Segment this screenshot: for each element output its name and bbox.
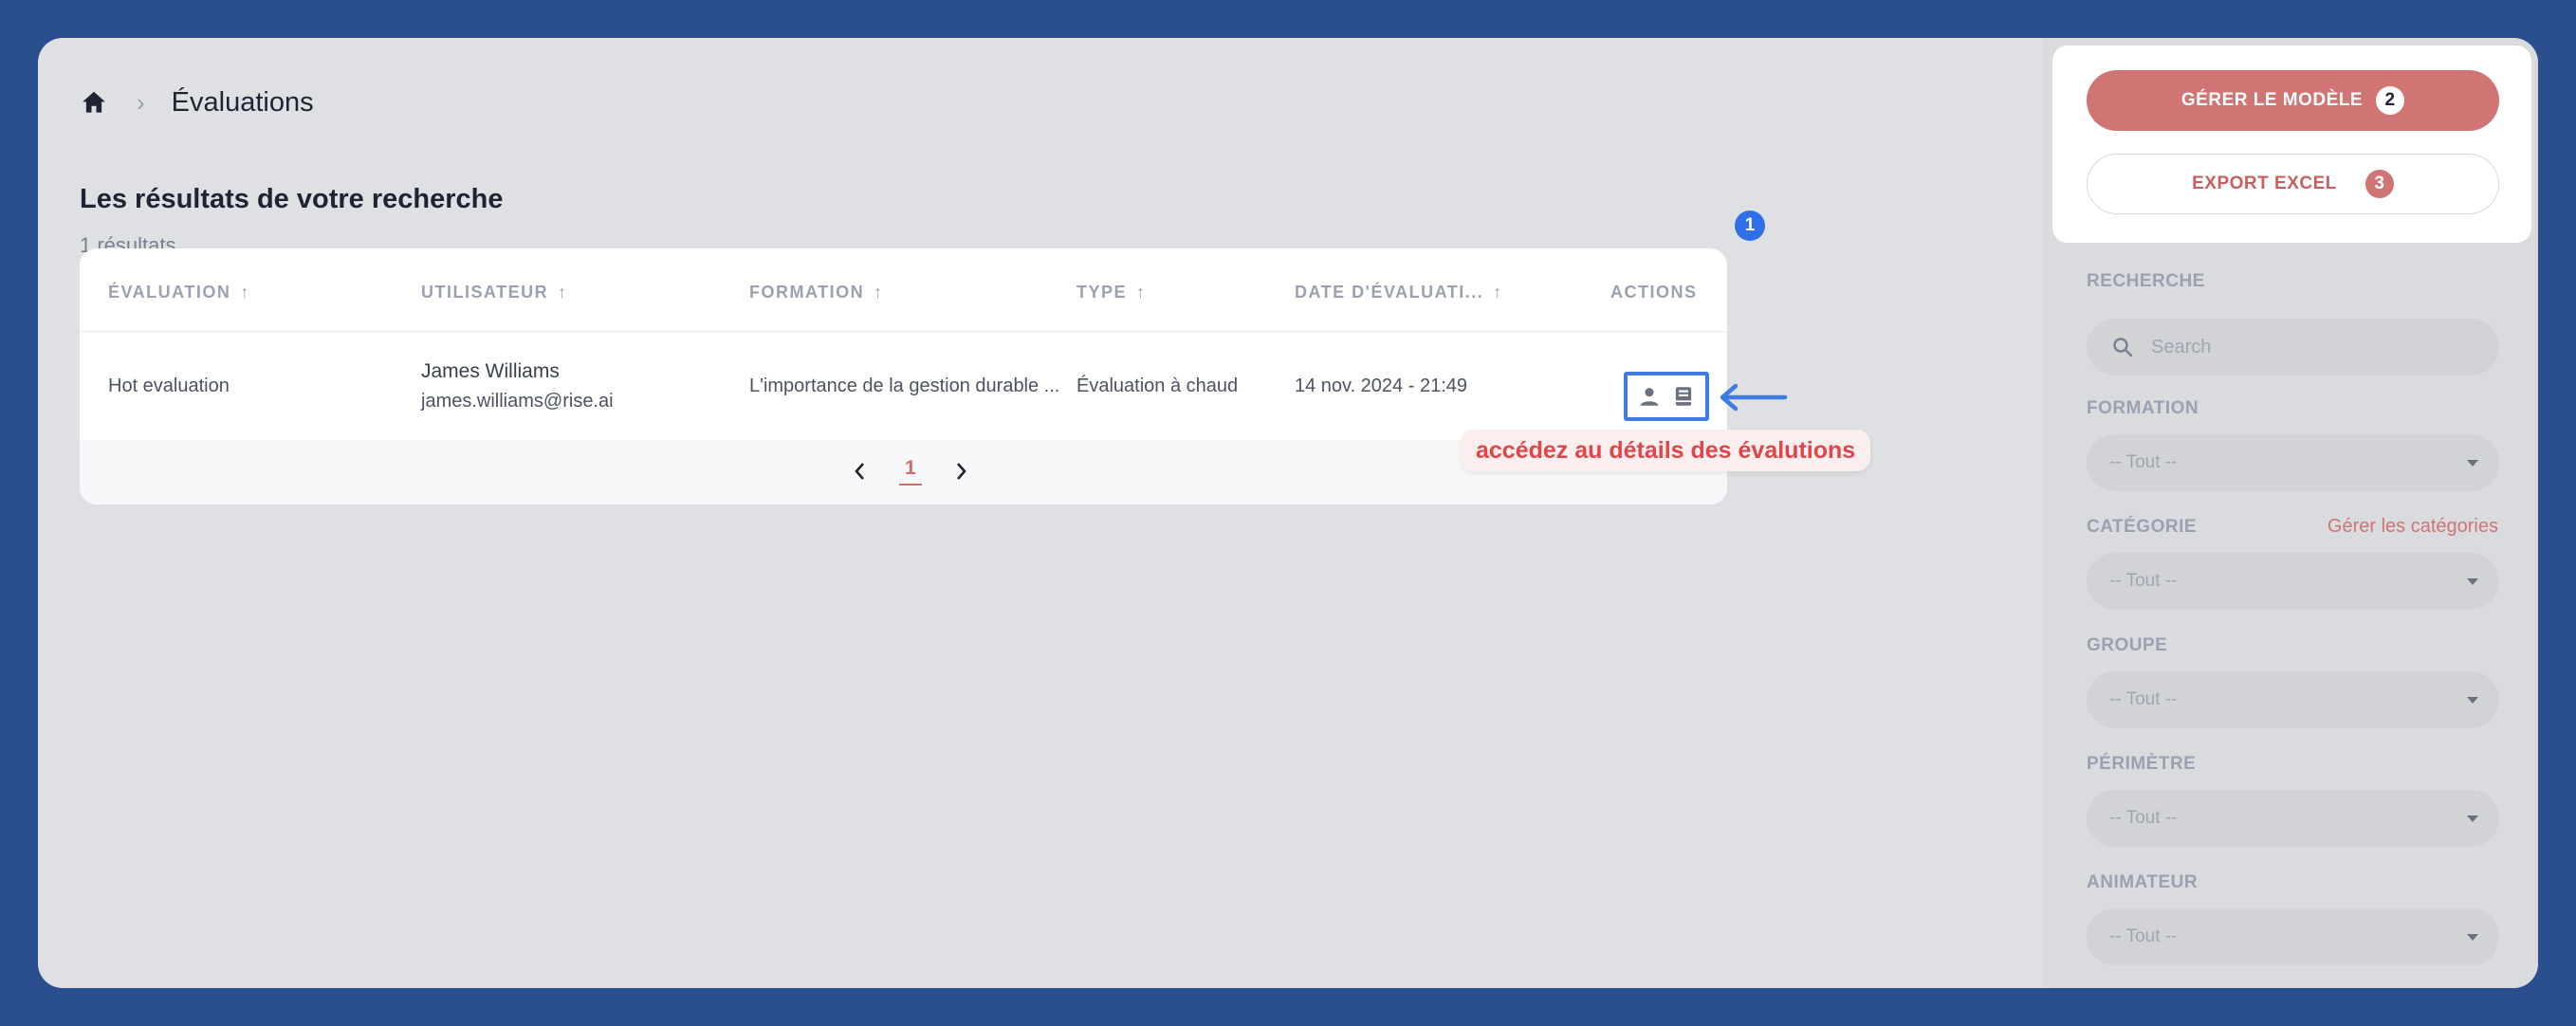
book-icon[interactable] <box>1671 384 1696 409</box>
caret-down-icon <box>2467 933 2478 941</box>
column-header-actions: ACTIONS <box>1610 283 1698 302</box>
sort-arrow-icon: ↑ <box>240 283 250 302</box>
page-title: Évaluations <box>171 86 314 118</box>
annotation-badge-1: 1 <box>1735 211 1765 241</box>
sort-arrow-icon: ↑ <box>874 283 884 302</box>
filter-label-perimeter: PÉRIMÈTRE <box>2087 754 2197 774</box>
table-header: ÉVALUATION ↑ UTILISATEUR ↑ FORMATION ↑ TYPE… <box>80 248 1727 332</box>
chevron-left-icon <box>855 463 864 480</box>
filter-label-animator: ANIMATEUR <box>2087 872 2199 892</box>
app-window: › Évaluations Les résultats de votre rec… <box>38 38 2538 988</box>
manage-categories-link[interactable]: Gérer les catégories <box>2328 516 2498 538</box>
column-header-evaluation[interactable]: ÉVALUATION ↑ <box>108 283 250 302</box>
sort-arrow-icon: ↑ <box>558 283 568 302</box>
action-panel: GÉRER LE MODÈLE 2 EXPORT EXCEL 3 <box>2052 46 2531 243</box>
formation-select[interactable]: -- Tout -- <box>2087 434 2499 491</box>
search-label: RECHERCHE <box>2087 271 2205 291</box>
column-header-user[interactable]: UTILISATEUR ↑ <box>421 283 568 302</box>
group-select[interactable]: -- Tout -- <box>2087 671 2499 728</box>
animator-select[interactable]: -- Tout -- <box>2087 908 2499 965</box>
actions-highlight <box>1624 372 1709 421</box>
caret-down-icon <box>2467 815 2478 822</box>
search-icon <box>2113 338 2133 357</box>
chevron-right-icon <box>956 463 966 480</box>
sort-arrow-icon: ↑ <box>1136 283 1147 302</box>
filter-label-formation: FORMATION <box>2087 398 2199 418</box>
previous-page-button[interactable] <box>846 457 874 486</box>
cell-user-email: james.williams@rise.ai <box>421 391 614 412</box>
column-header-date[interactable]: DATE D'ÉVALUATI... ↑ <box>1295 283 1503 302</box>
breadcrumb: › Évaluations <box>80 76 314 129</box>
column-header-formation[interactable]: FORMATION ↑ <box>749 283 884 302</box>
annotation-badge-3: 3 <box>2364 170 2394 198</box>
annotation-badge-2: 2 <box>2376 86 2405 115</box>
search-input[interactable] <box>2151 336 2474 358</box>
arrow-left-icon <box>1720 383 1788 412</box>
column-header-type[interactable]: TYPE ↑ <box>1076 283 1147 302</box>
sort-arrow-icon: ↑ <box>1493 283 1503 302</box>
perimeter-select[interactable]: -- Tout -- <box>2087 790 2499 847</box>
next-page-button[interactable] <box>947 457 975 486</box>
breadcrumb-separator: › <box>137 87 145 117</box>
cell-type: Évaluation à chaud <box>1076 376 1239 396</box>
cell-user-name: James Williams <box>421 360 560 382</box>
cell-date: 14 nov. 2024 - 21:49 <box>1295 376 1467 396</box>
caret-down-icon <box>2467 459 2478 467</box>
cell-formation: L'importance de la gestion durable ... <box>749 376 1060 396</box>
filter-label-category: CATÉGORIE <box>2087 517 2198 537</box>
caret-down-icon <box>2467 577 2478 585</box>
caret-down-icon <box>2467 696 2478 704</box>
search-field[interactable] <box>2087 319 2499 376</box>
filter-label-group: GROUPE <box>2087 635 2168 655</box>
annotation-callout: accédez au détails des évalutions <box>1461 430 1871 471</box>
export-excel-button[interactable]: EXPORT EXCEL 3 <box>2087 154 2499 214</box>
table-row[interactable]: Hot evaluation James Williams james.will… <box>80 332 1727 440</box>
current-page[interactable]: 1 <box>899 457 922 486</box>
home-icon[interactable] <box>80 88 108 117</box>
user-icon[interactable] <box>1637 384 1662 409</box>
results-title: Les résultats de votre recherche <box>80 184 504 214</box>
manage-model-button[interactable]: GÉRER LE MODÈLE 2 <box>2087 70 2499 131</box>
cell-evaluation: Hot evaluation <box>108 376 230 396</box>
category-select[interactable]: -- Tout -- <box>2087 553 2499 610</box>
